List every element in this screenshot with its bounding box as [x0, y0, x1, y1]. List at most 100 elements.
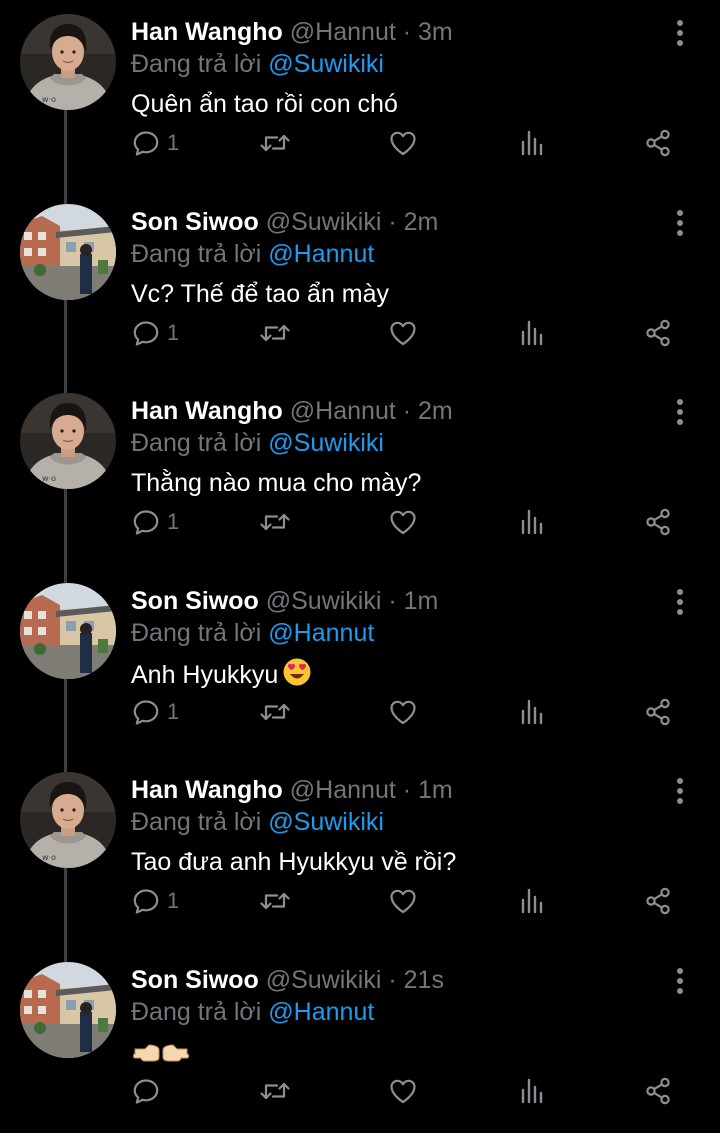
- reply-mention-link[interactable]: @Hannut: [268, 619, 374, 647]
- reply-button[interactable]: 1: [131, 128, 179, 158]
- display-name[interactable]: Son Siwoo: [131, 587, 259, 615]
- retweet-button[interactable]: [259, 1076, 291, 1106]
- reply-button[interactable]: 1: [131, 507, 179, 537]
- timestamp[interactable]: 1m: [404, 587, 439, 615]
- avatar[interactable]: w·o: [20, 772, 116, 868]
- reply-mention-link[interactable]: @Suwikiki: [268, 429, 384, 457]
- share-button[interactable]: [643, 697, 673, 727]
- reply-mention-link[interactable]: @Suwikiki: [268, 808, 384, 836]
- reply-mention-link[interactable]: @Suwikiki: [268, 50, 384, 78]
- display-name[interactable]: Han Wangho: [131, 18, 283, 46]
- tweet[interactable]: w·o Han Wangho @Hannut · 2m Đang trả lời @…: [0, 379, 720, 569]
- like-button[interactable]: [388, 1076, 418, 1106]
- thread-connector: [64, 489, 67, 569]
- more-options-button[interactable]: [670, 778, 690, 804]
- reply-button[interactable]: 1: [131, 697, 179, 727]
- analytics-icon: [517, 1076, 547, 1106]
- reply-button[interactable]: 1: [131, 886, 179, 916]
- views-button[interactable]: [517, 697, 547, 727]
- share-button[interactable]: [643, 128, 673, 158]
- share-button[interactable]: [643, 318, 673, 348]
- avatar[interactable]: [20, 582, 116, 679]
- user-handle[interactable]: @Suwikiki: [266, 208, 382, 236]
- pointing-hands-emoji: [131, 1036, 191, 1074]
- like-button[interactable]: [388, 697, 418, 727]
- display-name[interactable]: Han Wangho: [131, 397, 283, 425]
- avatar[interactable]: [20, 961, 116, 1058]
- avatar[interactable]: [20, 203, 116, 300]
- like-button[interactable]: [388, 318, 418, 348]
- tweet[interactable]: Son Siwoo @Suwikiki · 21s Đang trả lời @H…: [0, 947, 720, 1133]
- tweet[interactable]: w·o Han Wangho @Hannut · 1m Đang trả lời @…: [0, 758, 720, 948]
- timestamp[interactable]: 1m: [418, 776, 453, 804]
- more-dot: [677, 419, 683, 425]
- more-dot: [677, 219, 683, 226]
- share-icon: [643, 318, 673, 348]
- tweet-actions: 1: [131, 507, 691, 537]
- share-button[interactable]: [643, 886, 673, 916]
- reply-icon: [131, 886, 161, 916]
- share-button[interactable]: [643, 507, 673, 537]
- user-handle[interactable]: @Hannut: [290, 18, 396, 46]
- user-handle[interactable]: @Suwikiki: [266, 587, 382, 615]
- analytics-icon: [517, 697, 547, 727]
- thread-connector: [64, 568, 67, 583]
- views-button[interactable]: [517, 1076, 547, 1106]
- timestamp[interactable]: 21s: [404, 966, 444, 994]
- avatar[interactable]: w·o: [20, 14, 116, 110]
- reply-button[interactable]: 1: [131, 318, 179, 348]
- tweet-text-content: Thằng nào mua cho mày?: [131, 469, 422, 497]
- tweet-header: Son Siwoo @Suwikiki · 2m: [131, 206, 660, 238]
- like-button[interactable]: [388, 507, 418, 537]
- user-handle[interactable]: @Hannut: [290, 776, 396, 804]
- like-button[interactable]: [388, 886, 418, 916]
- views-button[interactable]: [517, 886, 547, 916]
- avatar[interactable]: w·o: [20, 393, 116, 489]
- retweet-button[interactable]: [259, 697, 291, 727]
- retweet-button[interactable]: [259, 886, 291, 916]
- more-dot: [677, 598, 683, 605]
- reply-button[interactable]: [131, 1076, 161, 1106]
- timestamp[interactable]: 3m: [418, 18, 453, 46]
- heart-icon: [388, 697, 418, 727]
- retweet-button[interactable]: [259, 128, 291, 158]
- display-name[interactable]: Son Siwoo: [131, 966, 259, 994]
- replying-to-label: Đang trả lời: [131, 429, 262, 457]
- reply-mention-link[interactable]: @Hannut: [268, 998, 374, 1026]
- more-options-button[interactable]: [670, 967, 690, 994]
- reply-count: 1: [167, 888, 180, 913]
- separator-dot: ·: [402, 776, 412, 804]
- tweet-header: Han Wangho @Hannut · 1m: [131, 774, 660, 806]
- display-name[interactable]: Han Wangho: [131, 776, 283, 804]
- tweet-content: Han Wangho @Hannut · 2m Đang trả lời @Suw…: [131, 395, 660, 499]
- user-handle[interactable]: @Suwikiki: [266, 966, 382, 994]
- more-options-button[interactable]: [670, 209, 690, 236]
- tweet[interactable]: Son Siwoo @Suwikiki · 1m Đang trả lời @Ha…: [0, 568, 720, 759]
- reply-mention-link[interactable]: @Hannut: [268, 240, 374, 268]
- more-dot: [677, 40, 683, 46]
- retweet-button[interactable]: [259, 318, 291, 348]
- more-dot: [677, 409, 683, 415]
- like-button[interactable]: [388, 128, 418, 158]
- share-icon: [643, 886, 673, 916]
- tweet[interactable]: Son Siwoo @Suwikiki · 2m Đang trả lời @Ha…: [0, 189, 720, 380]
- reply-icon: [131, 1076, 161, 1106]
- user-handle[interactable]: @Hannut: [290, 397, 396, 425]
- more-options-button[interactable]: [670, 20, 690, 46]
- timestamp[interactable]: 2m: [418, 397, 453, 425]
- views-button[interactable]: [517, 507, 547, 537]
- share-icon: [643, 697, 673, 727]
- separator-dot: ·: [388, 586, 397, 615]
- more-dot: [677, 798, 683, 804]
- retweet-button[interactable]: [259, 507, 291, 537]
- views-button[interactable]: [517, 128, 547, 158]
- tweet-text: [131, 1036, 660, 1074]
- share-button[interactable]: [643, 1076, 673, 1106]
- display-name[interactable]: Son Siwoo: [131, 208, 259, 236]
- tweet-actions: 1: [131, 697, 691, 727]
- views-button[interactable]: [517, 318, 547, 348]
- more-options-button[interactable]: [670, 588, 690, 615]
- timestamp[interactable]: 2m: [404, 208, 439, 236]
- more-options-button[interactable]: [670, 399, 690, 425]
- tweet[interactable]: w·o Han Wangho @Hannut · 3m Đang trả lời @…: [0, 0, 720, 190]
